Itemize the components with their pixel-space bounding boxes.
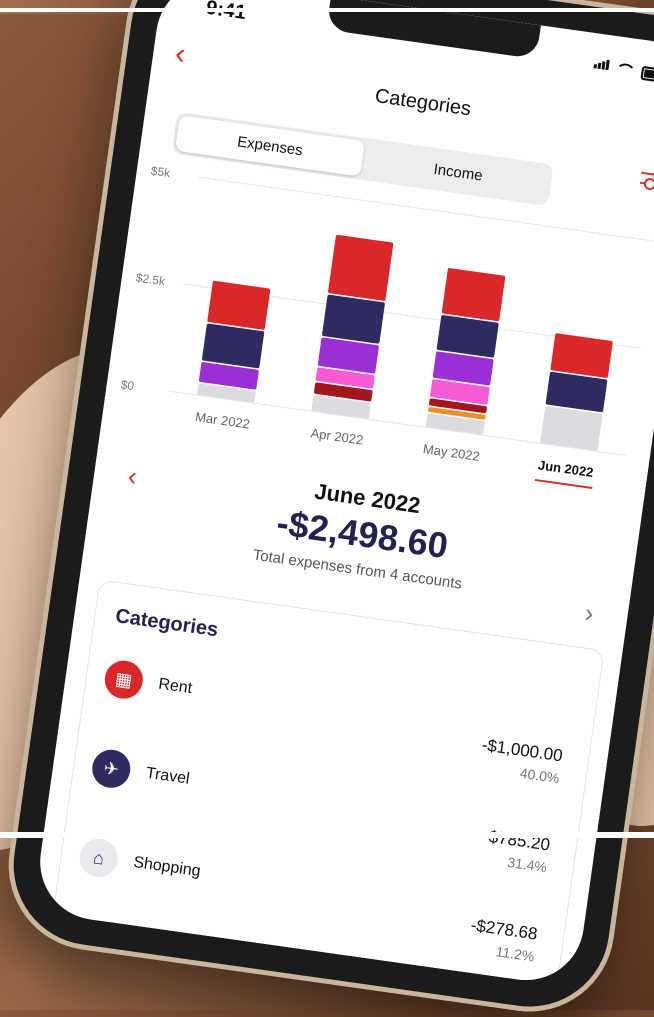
category-amount: -$785.20 [482,826,552,855]
bar-segment[interactable] [322,294,385,344]
y-tick-label: $0 [120,377,135,393]
store-icon: ⌂ [77,836,121,880]
x-tick-label[interactable]: May 2022 [422,441,481,464]
bar-segment[interactable] [207,280,271,330]
phone-screen: 9:41 ‹ Categories Expenses Income $5k $2.… [32,0,654,988]
categories-card-title: Categories [114,605,220,642]
bar-segment[interactable] [545,371,608,413]
building-icon: ▦ [102,658,146,702]
battery-icon [640,65,654,84]
phone-device: 9:41 ‹ Categories Expenses Income $5k $2.… [3,0,654,1017]
signal-icon [593,55,611,75]
screenshot-divider [0,8,654,12]
y-tick-label: $5k [150,164,172,181]
x-tick-label[interactable]: Jun 2022 [537,457,594,480]
categories-card: Categories ▦ Rent -$1,000.00 40.0% ✈ Tra… [49,579,605,988]
screenshot-divider [0,832,654,838]
x-tick-label[interactable]: Mar 2022 [194,409,250,431]
category-amount: -$1,000.00 [480,735,564,766]
category-percent: 31.4% [506,853,548,876]
wifi-icon [614,62,637,79]
airplane-icon: ✈ [89,747,133,791]
category-amount: -$278.68 [469,915,539,944]
bar-segment[interactable] [328,234,394,301]
status-time: 9:41 [204,0,248,25]
category-name: Travel [144,764,191,788]
category-percent: 40.0% [518,764,561,787]
x-tick-label[interactable]: Apr 2022 [310,425,364,447]
bar-segment[interactable] [317,337,379,374]
filter-sliders-icon[interactable] [639,165,654,195]
y-tick-label: $2.5k [135,271,167,289]
selected-month-underline [534,478,593,490]
status-icons [593,55,654,84]
bar-segment[interactable] [441,268,506,322]
bar-segment[interactable] [550,333,613,378]
category-percent: 11.2% [494,943,536,965]
bar-segment[interactable] [436,315,499,358]
bar-segment[interactable] [202,323,265,369]
category-name: Rent [157,675,194,698]
bar-segment[interactable] [540,406,603,451]
category-name: Shopping [132,853,202,881]
